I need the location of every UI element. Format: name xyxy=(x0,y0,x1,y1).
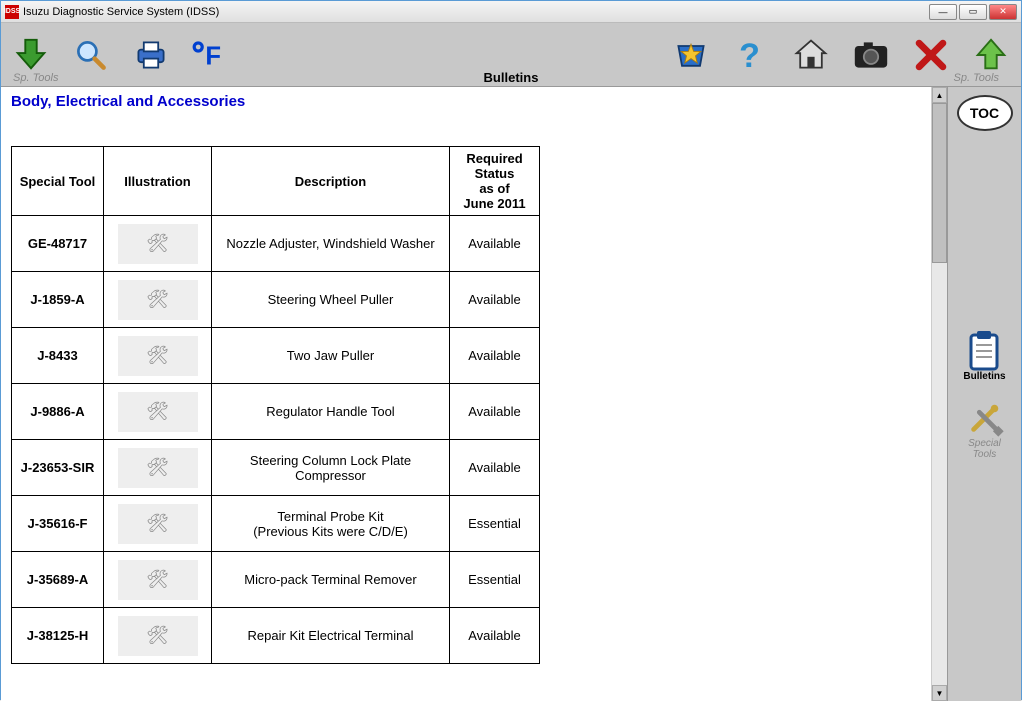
cell-tool: J-35689-A xyxy=(12,552,104,608)
download-arrow-icon[interactable] xyxy=(11,35,51,75)
clipboard-icon xyxy=(964,331,1004,371)
sidebar-item-label: Bulletins xyxy=(963,371,1005,382)
sidebar-item-bulletins[interactable]: Bulletins xyxy=(963,331,1005,382)
cell-status: Available xyxy=(450,272,540,328)
print-icon[interactable] xyxy=(131,35,171,75)
col-description: Description xyxy=(212,147,450,216)
cell-description: Two Jaw Puller xyxy=(212,328,450,384)
sidebar-item-special-tools[interactable]: Special Tools xyxy=(965,398,1005,460)
cell-status: Available xyxy=(450,384,540,440)
svg-text:?: ? xyxy=(739,36,760,73)
cell-tool: J-35616-F xyxy=(12,496,104,552)
upload-arrow-icon[interactable] xyxy=(971,35,1011,75)
table-row: J-23653-SIR 🛠 Steering Column Lock Plate C… xyxy=(12,440,540,496)
cell-illustration: 🛠 xyxy=(104,440,212,496)
illustration-placeholder: 🛠 xyxy=(118,616,198,656)
cell-status: Available xyxy=(450,440,540,496)
table-row: J-38125-H 🛠 Repair Kit Electrical Terminal… xyxy=(12,608,540,664)
cell-illustration: 🛠 xyxy=(104,384,212,440)
sp-tools-right-label: Sp. Tools xyxy=(954,72,999,84)
tools-icon xyxy=(965,398,1005,438)
main-toolbar: F ? Sp. Tools Bulletins Sp. Tools xyxy=(1,23,1021,87)
close-x-icon[interactable] xyxy=(911,35,951,75)
illustration-placeholder: 🛠 xyxy=(118,392,198,432)
special-tools-table: Special Tool Illustration Description Re… xyxy=(11,146,540,664)
scroll-down-button[interactable]: ▼ xyxy=(932,685,947,701)
help-icon[interactable]: ? xyxy=(731,35,771,75)
cell-description: Terminal Probe Kit (Previous Kits were C… xyxy=(212,496,450,552)
illustration-placeholder: 🛠 xyxy=(118,560,198,600)
cell-status: Available xyxy=(450,608,540,664)
table-row: J-35616-F 🛠 Terminal Probe Kit (Previous K… xyxy=(12,496,540,552)
toc-button[interactable]: TOC xyxy=(957,95,1013,131)
content-area: Body, Electrical and Accessories Special… xyxy=(1,87,947,701)
cell-illustration: 🛠 xyxy=(104,216,212,272)
illustration-placeholder: 🛠 xyxy=(118,336,198,376)
sp-tools-left-label: Sp. Tools xyxy=(13,72,58,84)
cell-description: Repair Kit Electrical Terminal xyxy=(212,608,450,664)
cell-illustration: 🛠 xyxy=(104,608,212,664)
cell-status: Available xyxy=(450,328,540,384)
cell-description: Nozzle Adjuster, Windshield Washer xyxy=(212,216,450,272)
cell-status: Available xyxy=(450,216,540,272)
table-row: J-9886-A 🛠 Regulator Handle ToolAvailable xyxy=(12,384,540,440)
maximize-button[interactable]: ▭ xyxy=(959,4,987,20)
favorites-icon[interactable] xyxy=(671,35,711,75)
col-illustration: Illustration xyxy=(104,147,212,216)
cell-description: Micro-pack Terminal Remover xyxy=(212,552,450,608)
home-icon[interactable] xyxy=(791,35,831,75)
cell-illustration: 🛠 xyxy=(104,272,212,328)
window-close-button[interactable]: ✕ xyxy=(989,4,1017,20)
illustration-placeholder: 🛠 xyxy=(118,224,198,264)
scrollbar[interactable]: ▲ ▼ xyxy=(931,87,947,701)
minimize-button[interactable]: — xyxy=(929,4,957,20)
cell-description: Steering Wheel Puller xyxy=(212,272,450,328)
sidebar-item-label: Special Tools xyxy=(968,438,1001,460)
scrollbar-thumb[interactable] xyxy=(932,103,947,263)
cell-tool: J-8433 xyxy=(12,328,104,384)
cell-illustration: 🛠 xyxy=(104,552,212,608)
table-row: GE-48717 🛠 Nozzle Adjuster, Windshield Was… xyxy=(12,216,540,272)
cell-tool: J-23653-SIR xyxy=(12,440,104,496)
cell-status: Essential xyxy=(450,552,540,608)
cell-tool: J-9886-A xyxy=(12,384,104,440)
camera-icon[interactable] xyxy=(851,35,891,75)
cell-description: Regulator Handle Tool xyxy=(212,384,450,440)
illustration-placeholder: 🛠 xyxy=(118,280,198,320)
cell-tool: J-1859-A xyxy=(12,272,104,328)
table-row: J-8433 🛠 Two Jaw PullerAvailable xyxy=(12,328,540,384)
table-row: J-1859-A 🛠 Steering Wheel PullerAvailable xyxy=(12,272,540,328)
cell-illustration: 🛠 xyxy=(104,496,212,552)
temperature-unit-icon[interactable]: F xyxy=(191,35,231,75)
col-tool: Special Tool xyxy=(12,147,104,216)
table-row: J-35689-A 🛠 Micro-pack Terminal RemoverEss… xyxy=(12,552,540,608)
search-icon[interactable] xyxy=(71,35,111,75)
right-sidebar: TOC Bulletins Special Tools xyxy=(947,87,1021,701)
col-status: Required Status as of June 2011 xyxy=(450,147,540,216)
illustration-placeholder: 🛠 xyxy=(118,504,198,544)
window-title: Isuzu Diagnostic Service System (IDSS) xyxy=(23,6,929,18)
section-heading: Body, Electrical and Accessories xyxy=(1,87,931,116)
cell-tool: J-38125-H xyxy=(12,608,104,664)
illustration-placeholder: 🛠 xyxy=(118,448,198,488)
scroll-up-button[interactable]: ▲ xyxy=(932,87,947,103)
app-icon: IDSS xyxy=(5,5,19,19)
titlebar: IDSS Isuzu Diagnostic Service System (ID… xyxy=(1,1,1021,23)
cell-status: Essential xyxy=(450,496,540,552)
cell-illustration: 🛠 xyxy=(104,328,212,384)
cell-tool: GE-48717 xyxy=(12,216,104,272)
cell-description: Steering Column Lock Plate Compressor xyxy=(212,440,450,496)
svg-text:F: F xyxy=(205,42,221,70)
